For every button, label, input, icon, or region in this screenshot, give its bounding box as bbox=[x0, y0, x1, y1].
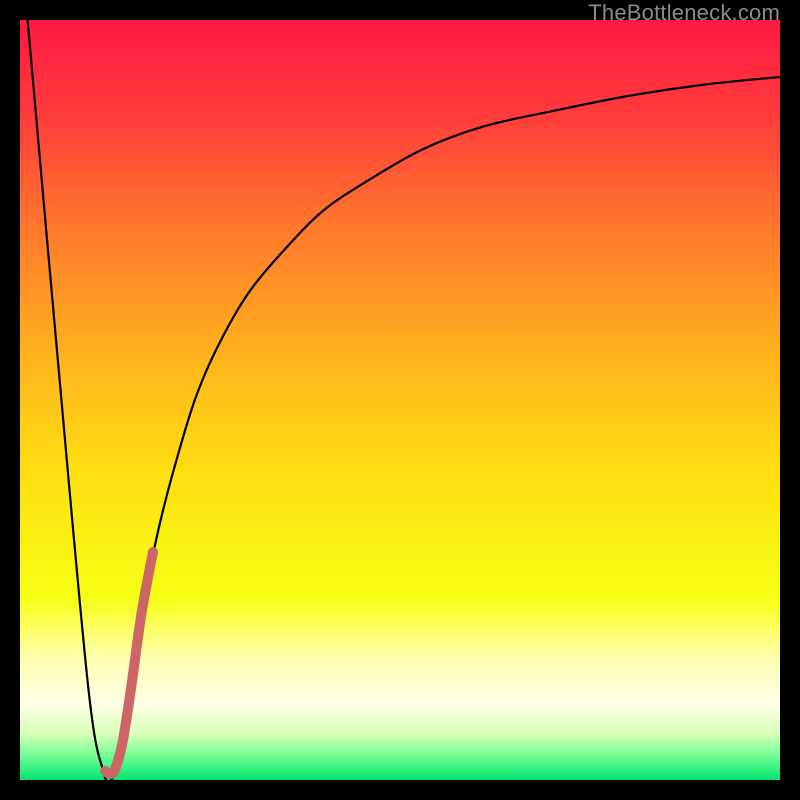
watermark-text: TheBottleneck.com bbox=[588, 0, 780, 26]
bottleneck-chart bbox=[20, 20, 780, 780]
chart-frame: TheBottleneck.com bbox=[0, 0, 800, 800]
